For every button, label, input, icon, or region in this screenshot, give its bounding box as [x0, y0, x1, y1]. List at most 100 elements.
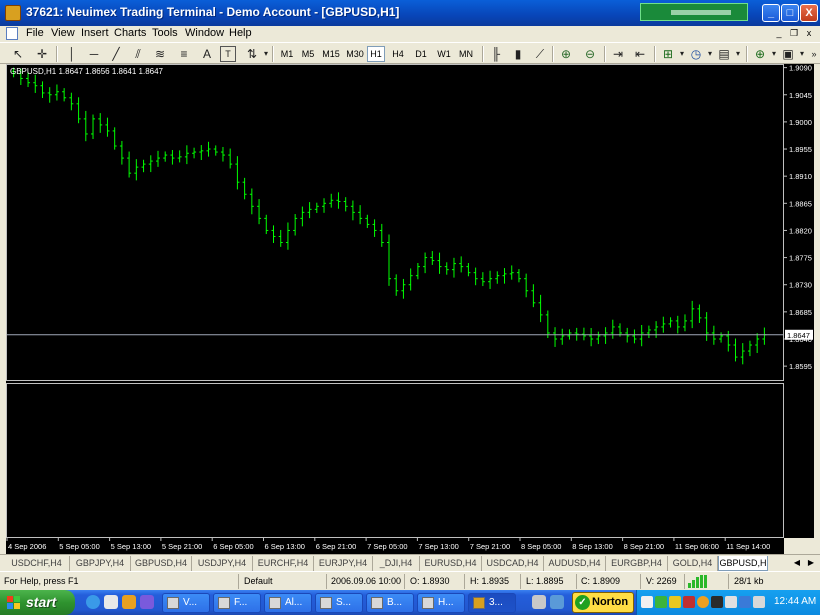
tab-eurjpy-h4[interactable]: EURJPY,H4 — [314, 556, 373, 571]
timeframe-h4[interactable]: H4 — [389, 46, 407, 62]
vertical-line-icon[interactable]: │ — [64, 46, 80, 62]
auto-scroll-icon[interactable]: ⇥ — [610, 46, 626, 62]
tab-gbpjpy-h4[interactable]: GBPJPY,H4 — [70, 556, 131, 571]
menu-view[interactable]: View — [51, 27, 75, 39]
quicklaunch-icon[interactable] — [122, 595, 136, 609]
window-icon — [167, 597, 179, 609]
mdi-close-button[interactable]: x — [803, 27, 815, 39]
price-chart[interactable] — [6, 64, 784, 538]
price-axis[interactable]: 1.9090 1.9045 1.9000 1.8955 1.8910 1.8865 1.88… — [784, 64, 814, 538]
menu-tools[interactable]: Tools — [152, 27, 178, 39]
chevron-down-icon[interactable]: ▾ — [730, 46, 746, 62]
tab-eurgbp-h4[interactable]: EURGBP,H4 — [606, 556, 668, 571]
cursor-icon[interactable]: ↖ — [10, 46, 26, 62]
volume-icon[interactable] — [753, 596, 765, 608]
status-profile[interactable]: Default — [244, 576, 273, 586]
fibo-fan-icon[interactable]: ≡ — [176, 46, 192, 62]
tray-tool-icon[interactable] — [532, 595, 546, 609]
crosshair-icon[interactable]: ✛ — [34, 46, 50, 62]
time-tick-label: 6 Sep 05:00 — [213, 542, 253, 551]
toolbar-overflow-icon[interactable]: » — [806, 46, 820, 62]
quicklaunch-icon[interactable] — [140, 595, 154, 609]
tab-usdcad-h4[interactable]: USDCAD,H4 — [482, 556, 544, 571]
taskbar-item[interactable]: S... — [315, 593, 363, 613]
tab-eurusd-h4[interactable]: EURUSD,H4 — [420, 556, 482, 571]
ohlc-bar — [668, 317, 673, 328]
zoom-in-icon[interactable]: ⊕ — [558, 46, 574, 62]
tab-eurchf-h4[interactable]: EURCHF,H4 — [253, 556, 314, 571]
timeframe-m5[interactable]: M5 — [299, 46, 317, 62]
time-tick-label: 8 Sep 05:00 — [521, 542, 561, 551]
candlestick-icon[interactable]: ▮ — [510, 46, 526, 62]
tray-icon[interactable] — [669, 596, 681, 608]
ohlc-bar — [322, 198, 327, 213]
mdi-minimize-button[interactable]: _ — [773, 27, 785, 39]
tab-gold-h4[interactable]: GOLD,H4 — [668, 556, 718, 571]
chart-shift-icon[interactable]: ⇤ — [632, 46, 648, 62]
ohlc-bar — [358, 205, 363, 225]
menu-window[interactable]: Window — [185, 27, 224, 39]
trend-line-icon[interactable]: ╱ — [108, 46, 124, 62]
norton-button[interactable]: ✓ Norton — [572, 592, 634, 613]
tab-scroll-left-button[interactable]: ◀ — [792, 557, 802, 569]
tab-scroll-right-button[interactable]: ▶ — [806, 557, 816, 569]
timeframe-m30[interactable]: M30 — [344, 46, 366, 62]
menu-file[interactable]: File — [26, 27, 44, 39]
tray-icon[interactable] — [683, 596, 695, 608]
taskbar-item[interactable]: V... — [162, 593, 210, 613]
connection-status-icon[interactable] — [688, 575, 708, 588]
internet-explorer-icon[interactable] — [86, 595, 100, 609]
price-tick-label: 1.8955 — [789, 145, 812, 154]
fibonacci-icon[interactable]: ≋ — [152, 46, 168, 62]
text-tool[interactable]: A — [199, 46, 215, 62]
taskbar-item[interactable]: Al... — [264, 593, 312, 613]
status-separator — [520, 574, 521, 589]
start-button[interactable]: start — [0, 590, 75, 615]
ohlc-bar — [278, 229, 283, 247]
zoom-out-icon[interactable]: ⊖ — [582, 46, 598, 62]
tray-icon[interactable] — [739, 596, 751, 608]
timeframe-h1[interactable]: H1 — [367, 46, 385, 62]
taskbar-item-active[interactable]: 3... — [468, 593, 516, 613]
timeframe-w1[interactable]: W1 — [435, 46, 453, 62]
bar-chart-icon[interactable]: ╟ — [488, 46, 504, 62]
tab-audusd-h4[interactable]: AUDUSD,H4 — [544, 556, 606, 571]
minimize-button[interactable]: _ — [762, 4, 780, 22]
tab-usdjpy-h4[interactable]: USDJPY,H4 — [192, 556, 253, 571]
menu-help[interactable]: Help — [229, 27, 252, 39]
quote-ticker-widget[interactable] — [640, 3, 748, 21]
menu-charts[interactable]: Charts — [114, 27, 146, 39]
timeframe-m1[interactable]: M1 — [278, 46, 296, 62]
timeframe-d1[interactable]: D1 — [412, 46, 430, 62]
time-axis[interactable]: 4 Sep 2006 5 Sep 05:00 5 Sep 13:00 5 Sep 21… — [6, 538, 784, 554]
line-chart-icon[interactable]: ⟋ — [532, 46, 548, 62]
horizontal-line-icon[interactable]: ─ — [86, 46, 102, 62]
tray-icon[interactable] — [641, 596, 653, 608]
channel-icon[interactable]: ⫽ — [130, 46, 146, 62]
tab-gbpusd-h4[interactable]: GBPUSD,H4 — [131, 556, 192, 571]
chart-tabs: ◀ ▶ USDCHF,H4 GBPJPY,H4 GBPUSD,H4 USDJPY,H4… — [0, 554, 820, 571]
tray-icon[interactable] — [697, 596, 709, 608]
timeframe-m15[interactable]: M15 — [320, 46, 342, 62]
tab-gbpusd-h[interactable]: GBPUSD,H — [718, 556, 768, 571]
chart-canvas[interactable] — [6, 64, 784, 538]
tab-usdchf-h4[interactable]: USDCHF,H4 — [4, 556, 70, 571]
document-icon[interactable] — [6, 27, 18, 40]
quicklaunch-icon[interactable] — [104, 595, 118, 609]
mdi-restore-button[interactable]: ❐ — [788, 27, 800, 39]
taskbar-item[interactable]: B... — [366, 593, 414, 613]
text-label-tool[interactable]: T — [220, 46, 236, 62]
title-bar[interactable]: 37621: Neuimex Trading Terminal - Demo A… — [0, 0, 820, 26]
tray-icon[interactable] — [711, 596, 723, 608]
tab-dji-h4[interactable]: _DJI,H4 — [373, 556, 420, 571]
menu-insert[interactable]: Insert — [81, 27, 109, 39]
taskbar-item[interactable]: H... — [417, 593, 465, 613]
tray-icon[interactable] — [725, 596, 737, 608]
tray-tool-icon[interactable] — [550, 595, 564, 609]
maximize-button[interactable]: □ — [781, 4, 799, 22]
tray-icon[interactable] — [655, 596, 667, 608]
ohlc-bar — [430, 251, 435, 265]
taskbar-item[interactable]: F... — [213, 593, 261, 613]
close-button[interactable]: X — [800, 4, 818, 22]
timeframe-mn[interactable]: MN — [456, 46, 476, 62]
